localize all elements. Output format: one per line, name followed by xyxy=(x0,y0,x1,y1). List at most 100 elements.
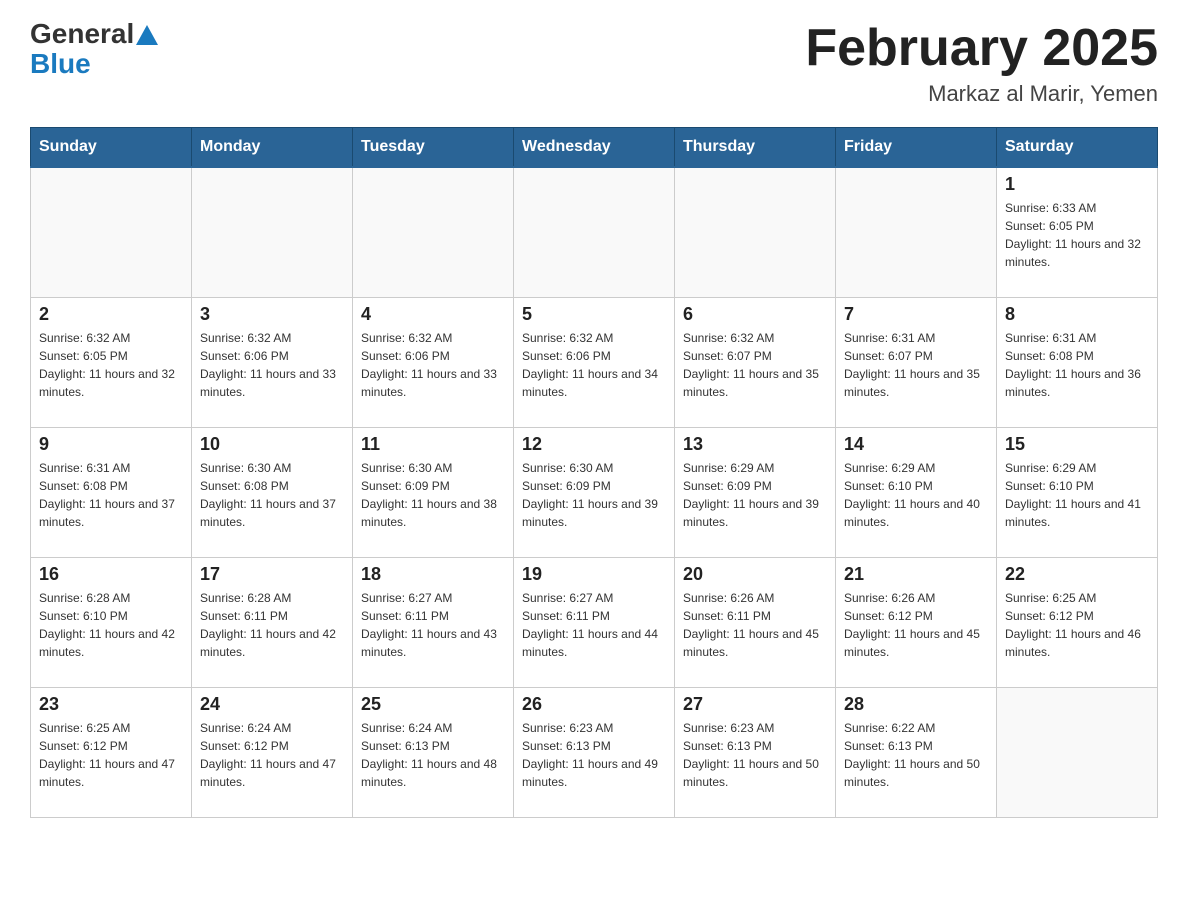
day-number: 25 xyxy=(361,694,505,715)
table-row: 26 Sunrise: 6:23 AMSunset: 6:13 PMDayligh… xyxy=(514,687,675,817)
day-info: Sunrise: 6:29 AMSunset: 6:09 PMDaylight:… xyxy=(683,459,827,531)
day-info: Sunrise: 6:30 AMSunset: 6:08 PMDaylight:… xyxy=(200,459,344,531)
day-number: 10 xyxy=(200,434,344,455)
page-header: General Blue February 2025 Markaz al Mar… xyxy=(30,20,1158,107)
table-row xyxy=(192,167,353,297)
table-row: 13Sunrise: 6:29 AMSunset: 6:09 PMDayligh… xyxy=(675,427,836,557)
table-row xyxy=(675,167,836,297)
day-number: 17 xyxy=(200,564,344,585)
table-row: 18 Sunrise: 6:27 AMSunset: 6:11 PMDayligh… xyxy=(353,557,514,687)
table-row: 15Sunrise: 6:29 AMSunset: 6:10 PMDayligh… xyxy=(997,427,1158,557)
logo-triangle-icon xyxy=(136,25,158,45)
day-info: Sunrise: 6:33 AMSunset: 6:05 PMDaylight:… xyxy=(1005,199,1149,271)
day-info: Sunrise: 6:27 AMSunset: 6:11 PMDaylight:… xyxy=(522,589,666,661)
col-header-tuesday: Tuesday xyxy=(353,128,514,168)
day-number: 14 xyxy=(844,434,988,455)
day-number: 28 xyxy=(844,694,988,715)
day-number: 12 xyxy=(522,434,666,455)
day-number: 1 xyxy=(1005,174,1149,195)
col-header-friday: Friday xyxy=(836,128,997,168)
table-row: 21 Sunrise: 6:26 AMSunset: 6:12 PMDayligh… xyxy=(836,557,997,687)
day-info: Sunrise: 6:30 AMSunset: 6:09 PMDaylight:… xyxy=(361,459,505,531)
day-info: Sunrise: 6:32 AMSunset: 6:06 PMDaylight:… xyxy=(522,329,666,401)
day-info: Sunrise: 6:31 AMSunset: 6:08 PMDaylight:… xyxy=(1005,329,1149,401)
day-info: Sunrise: 6:29 AMSunset: 6:10 PMDaylight:… xyxy=(1005,459,1149,531)
calendar-row: 2 Sunrise: 6:32 AMSunset: 6:05 PMDaylight… xyxy=(31,297,1158,427)
col-header-saturday: Saturday xyxy=(997,128,1158,168)
table-row: 6 Sunrise: 6:32 AMSunset: 6:07 PMDaylight… xyxy=(675,297,836,427)
table-row: 8Sunrise: 6:31 AMSunset: 6:08 PMDaylight… xyxy=(997,297,1158,427)
col-header-thursday: Thursday xyxy=(675,128,836,168)
day-number: 27 xyxy=(683,694,827,715)
day-number: 4 xyxy=(361,304,505,325)
day-info: Sunrise: 6:26 AMSunset: 6:11 PMDaylight:… xyxy=(683,589,827,661)
day-number: 3 xyxy=(200,304,344,325)
day-number: 9 xyxy=(39,434,183,455)
day-info: Sunrise: 6:32 AMSunset: 6:06 PMDaylight:… xyxy=(361,329,505,401)
month-title: February 2025 xyxy=(805,20,1158,77)
table-row xyxy=(514,167,675,297)
day-number: 7 xyxy=(844,304,988,325)
day-number: 26 xyxy=(522,694,666,715)
table-row xyxy=(353,167,514,297)
day-info: Sunrise: 6:23 AMSunset: 6:13 PMDaylight:… xyxy=(683,719,827,791)
day-info: Sunrise: 6:28 AMSunset: 6:10 PMDaylight:… xyxy=(39,589,183,661)
table-row: 23 Sunrise: 6:25 AMSunset: 6:12 PMDayligh… xyxy=(31,687,192,817)
day-number: 20 xyxy=(683,564,827,585)
table-row: 20 Sunrise: 6:26 AMSunset: 6:11 PMDayligh… xyxy=(675,557,836,687)
col-header-wednesday: Wednesday xyxy=(514,128,675,168)
title-block: February 2025 Markaz al Marir, Yemen xyxy=(805,20,1158,107)
table-row: 24Sunrise: 6:24 AMSunset: 6:12 PMDayligh… xyxy=(192,687,353,817)
table-row xyxy=(836,167,997,297)
table-row: 5 Sunrise: 6:32 AMSunset: 6:06 PMDaylight… xyxy=(514,297,675,427)
day-info: Sunrise: 6:31 AMSunset: 6:07 PMDaylight:… xyxy=(844,329,988,401)
day-info: Sunrise: 6:24 AMSunset: 6:13 PMDaylight:… xyxy=(361,719,505,791)
table-row: 28 Sunrise: 6:22 AMSunset: 6:13 PMDayligh… xyxy=(836,687,997,817)
day-number: 22 xyxy=(1005,564,1149,585)
table-row: 9 Sunrise: 6:31 AMSunset: 6:08 PMDaylight… xyxy=(31,427,192,557)
table-row: 1 Sunrise: 6:33 AMSunset: 6:05 PMDaylight… xyxy=(997,167,1158,297)
table-row: 12Sunrise: 6:30 AMSunset: 6:09 PMDayligh… xyxy=(514,427,675,557)
day-info: Sunrise: 6:32 AMSunset: 6:06 PMDaylight:… xyxy=(200,329,344,401)
day-info: Sunrise: 6:29 AMSunset: 6:10 PMDaylight:… xyxy=(844,459,988,531)
col-header-monday: Monday xyxy=(192,128,353,168)
day-info: Sunrise: 6:32 AMSunset: 6:05 PMDaylight:… xyxy=(39,329,183,401)
table-row xyxy=(997,687,1158,817)
table-row: 14 Sunrise: 6:29 AMSunset: 6:10 PMDayligh… xyxy=(836,427,997,557)
table-row: 7 Sunrise: 6:31 AMSunset: 6:07 PMDaylight… xyxy=(836,297,997,427)
table-row xyxy=(31,167,192,297)
day-info: Sunrise: 6:28 AMSunset: 6:11 PMDaylight:… xyxy=(200,589,344,661)
table-row: 16 Sunrise: 6:28 AMSunset: 6:10 PMDayligh… xyxy=(31,557,192,687)
day-number: 24 xyxy=(200,694,344,715)
day-number: 5 xyxy=(522,304,666,325)
day-number: 2 xyxy=(39,304,183,325)
day-number: 19 xyxy=(522,564,666,585)
calendar-table: Sunday Monday Tuesday Wednesday Thursday… xyxy=(30,127,1158,818)
day-info: Sunrise: 6:25 AMSunset: 6:12 PMDaylight:… xyxy=(39,719,183,791)
day-number: 11 xyxy=(361,434,505,455)
day-info: Sunrise: 6:26 AMSunset: 6:12 PMDaylight:… xyxy=(844,589,988,661)
calendar-row: 16 Sunrise: 6:28 AMSunset: 6:10 PMDayligh… xyxy=(31,557,1158,687)
day-info: Sunrise: 6:25 AMSunset: 6:12 PMDaylight:… xyxy=(1005,589,1149,661)
day-info: Sunrise: 6:27 AMSunset: 6:11 PMDaylight:… xyxy=(361,589,505,661)
location-title: Markaz al Marir, Yemen xyxy=(805,81,1158,107)
col-header-sunday: Sunday xyxy=(31,128,192,168)
day-number: 21 xyxy=(844,564,988,585)
table-row: 17 Sunrise: 6:28 AMSunset: 6:11 PMDayligh… xyxy=(192,557,353,687)
calendar-row: 1 Sunrise: 6:33 AMSunset: 6:05 PMDaylight… xyxy=(31,167,1158,297)
day-number: 16 xyxy=(39,564,183,585)
day-info: Sunrise: 6:23 AMSunset: 6:13 PMDaylight:… xyxy=(522,719,666,791)
calendar-row: 9 Sunrise: 6:31 AMSunset: 6:08 PMDaylight… xyxy=(31,427,1158,557)
day-number: 18 xyxy=(361,564,505,585)
table-row: 27 Sunrise: 6:23 AMSunset: 6:13 PMDayligh… xyxy=(675,687,836,817)
day-info: Sunrise: 6:22 AMSunset: 6:13 PMDaylight:… xyxy=(844,719,988,791)
logo-general: General xyxy=(30,20,134,48)
day-number: 23 xyxy=(39,694,183,715)
table-row: 2 Sunrise: 6:32 AMSunset: 6:05 PMDaylight… xyxy=(31,297,192,427)
day-info: Sunrise: 6:32 AMSunset: 6:07 PMDaylight:… xyxy=(683,329,827,401)
table-row: 4 Sunrise: 6:32 AMSunset: 6:06 PMDaylight… xyxy=(353,297,514,427)
table-row: 19 Sunrise: 6:27 AMSunset: 6:11 PMDayligh… xyxy=(514,557,675,687)
table-row: 3 Sunrise: 6:32 AMSunset: 6:06 PMDaylight… xyxy=(192,297,353,427)
day-number: 6 xyxy=(683,304,827,325)
day-info: Sunrise: 6:31 AMSunset: 6:08 PMDaylight:… xyxy=(39,459,183,531)
